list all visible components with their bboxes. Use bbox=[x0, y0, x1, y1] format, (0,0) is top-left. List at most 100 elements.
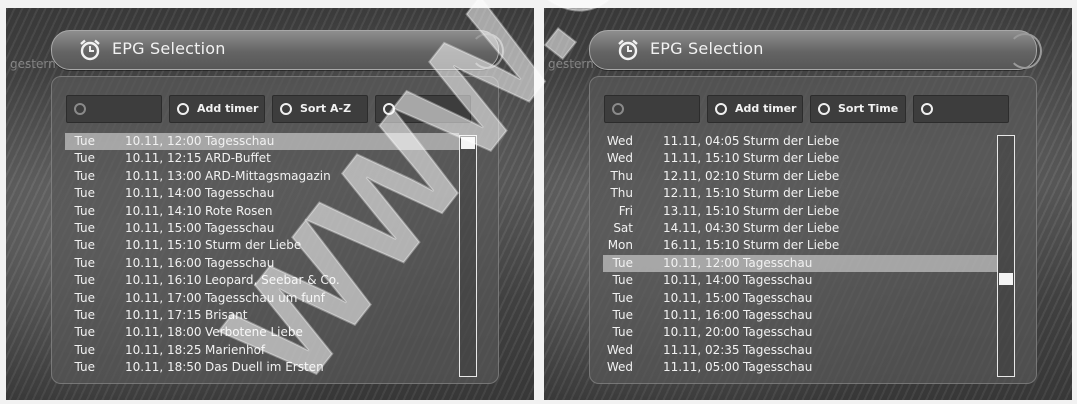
event-day: Thu bbox=[610, 168, 633, 183]
event-datetime: 10.11, 12:00 bbox=[125, 134, 202, 148]
event-day: Tue bbox=[612, 273, 634, 288]
event-day: Tue bbox=[74, 255, 96, 270]
color-button-red[interactable] bbox=[604, 95, 700, 123]
list-item[interactable]: Wed 11.11, 02:35 Tagesschau bbox=[603, 342, 997, 359]
scrollbar[interactable] bbox=[997, 135, 1015, 377]
color-button-blue[interactable] bbox=[375, 95, 471, 123]
list-item[interactable]: Tue 10.11, 17:00 Tagesschau um funf bbox=[65, 290, 459, 307]
event-datetime: 14.11, 04:30 bbox=[663, 220, 740, 235]
list-item[interactable]: Thu 12.11, 02:10 Sturm der Liebe bbox=[603, 168, 997, 185]
color-button-blue[interactable] bbox=[913, 95, 1009, 123]
event-datetime: 11.11, 04:05 bbox=[663, 134, 740, 148]
event-title: Sturm der Liebe bbox=[743, 168, 840, 183]
event-day: Tue bbox=[612, 325, 634, 340]
list-item[interactable]: Tue 10.11, 12:15 ARD-Buffet bbox=[65, 150, 459, 167]
list-item[interactable]: Tue 10.11, 12:00 Tagesschau bbox=[603, 254, 997, 273]
event-datetime: 10.11, 18:25 bbox=[125, 342, 202, 357]
list-item[interactable]: Tue 10.11, 16:00 Tagesschau bbox=[65, 255, 459, 272]
ring-decoration bbox=[1008, 33, 1042, 69]
event-title: Tagesschau bbox=[205, 220, 275, 235]
event-day: Sat bbox=[613, 220, 633, 235]
list-item[interactable]: Wed 11.11, 05:00 Tagesschau bbox=[603, 359, 997, 376]
event-title: Tagesschau um funf bbox=[205, 290, 325, 305]
event-title: Sturm der Liebe bbox=[743, 134, 840, 148]
add-timer-button[interactable]: Add timer bbox=[707, 95, 803, 123]
scrollbar-thumb[interactable] bbox=[461, 137, 475, 149]
page-title: EPG Selection bbox=[650, 39, 764, 58]
list-item[interactable]: Thu 12.11, 15:10 Sturm der Liebe bbox=[603, 185, 997, 202]
event-day: Tue bbox=[612, 290, 634, 305]
list-item[interactable]: Tue 10.11, 15:10 Sturm der Liebe bbox=[65, 237, 459, 254]
list-item[interactable]: Sat 14.11, 04:30 Sturm der Liebe bbox=[603, 220, 997, 237]
list-item[interactable]: Tue 10.11, 14:00 Tagesschau bbox=[65, 185, 459, 202]
scrollbar-thumb[interactable] bbox=[999, 273, 1013, 285]
event-datetime: 11.11, 15:10 bbox=[663, 151, 740, 166]
event-datetime: 10.11, 12:00 bbox=[663, 255, 740, 270]
button-label: Add timer bbox=[197, 102, 259, 115]
event-datetime: 12.11, 02:10 bbox=[663, 168, 740, 183]
event-title: Tagesschau bbox=[743, 290, 813, 305]
event-day: Wed bbox=[606, 134, 633, 148]
event-title: Marienhof bbox=[205, 342, 266, 357]
list-item[interactable]: Tue 10.11, 18:50 Das Duell im Ersten bbox=[65, 359, 459, 376]
event-title: ARD-Mittagsmagazin bbox=[205, 168, 331, 183]
event-title: Rote Rosen bbox=[205, 203, 273, 218]
event-day: Tue bbox=[74, 307, 96, 322]
list-item[interactable]: Tue 10.11, 13:00 ARD-Mittagsmagazin bbox=[65, 168, 459, 185]
add-timer-button[interactable]: Add timer bbox=[169, 95, 265, 123]
scrollbar[interactable] bbox=[459, 135, 477, 377]
event-datetime: 10.11, 15:00 bbox=[125, 220, 202, 235]
list-item[interactable]: Mon 16.11, 15:10 Sturm der Liebe bbox=[603, 237, 997, 254]
list-item[interactable]: Tue 10.11, 18:25 Marienhof bbox=[65, 342, 459, 359]
ring-icon bbox=[74, 103, 86, 115]
list-item[interactable]: Fri 13.11, 15:10 Sturm der Liebe bbox=[603, 203, 997, 220]
event-day: Tue bbox=[74, 168, 96, 183]
event-title: Tagesschau bbox=[743, 307, 813, 322]
event-title: ARD-Buffet bbox=[205, 151, 271, 166]
list-item[interactable]: Tue 10.11, 20:00 Tagesschau bbox=[603, 324, 997, 341]
list-item[interactable]: Tue 10.11, 12:00 Tagesschau bbox=[65, 133, 459, 151]
event-title: Tagesschau bbox=[743, 273, 813, 288]
alarm-clock-icon bbox=[618, 39, 638, 61]
event-day: Tue bbox=[74, 134, 96, 148]
list-item[interactable]: Tue 10.11, 15:00 Tagesschau bbox=[65, 220, 459, 237]
title-bar: gestern EPG Selection bbox=[548, 30, 1042, 71]
event-title: Tagesschau bbox=[743, 325, 813, 340]
event-day: Tue bbox=[612, 307, 634, 322]
button-label: Add timer bbox=[735, 102, 797, 115]
event-day: Tue bbox=[74, 290, 96, 305]
list-item[interactable]: Tue 10.11, 14:10 Rote Rosen bbox=[65, 203, 459, 220]
ring-icon bbox=[715, 103, 727, 115]
event-day: Wed bbox=[606, 360, 633, 375]
event-title: Sturm der Liebe bbox=[743, 186, 840, 201]
event-day: Tue bbox=[74, 238, 96, 253]
sort-button[interactable]: Sort A-Z bbox=[272, 95, 368, 123]
event-datetime: 10.11, 16:10 bbox=[125, 273, 202, 288]
ring-icon bbox=[818, 103, 830, 115]
event-title: Brisant bbox=[205, 307, 248, 322]
ring-icon bbox=[921, 103, 933, 115]
list-item[interactable]: Tue 10.11, 15:00 Tagesschau bbox=[603, 290, 997, 307]
event-datetime: 10.11, 20:00 bbox=[663, 325, 740, 340]
sort-button[interactable]: Sort Time bbox=[810, 95, 906, 123]
list-item[interactable]: Wed 11.11, 15:10 Sturm der Liebe bbox=[603, 150, 997, 167]
event-datetime: 10.11, 14:00 bbox=[125, 186, 202, 201]
button-label: Sort Time bbox=[838, 102, 899, 115]
event-title: Tagesschau bbox=[743, 342, 813, 357]
list-item[interactable]: Wed 11.11, 04:05 Sturm der Liebe bbox=[603, 133, 997, 150]
event-datetime: 10.11, 12:15 bbox=[125, 151, 202, 166]
list-item[interactable]: Tue 10.11, 17:15 Brisant bbox=[65, 307, 459, 324]
list-item[interactable]: Tue 10.11, 16:10 Leopard, Seebar & Co. bbox=[65, 272, 459, 289]
list-item[interactable]: Tue 10.11, 14:00 Tagesschau bbox=[603, 272, 997, 289]
event-datetime: 12.11, 15:10 bbox=[663, 186, 740, 201]
event-day: Fri bbox=[618, 203, 633, 218]
event-day: Thu bbox=[610, 186, 633, 201]
background-text: gestern bbox=[10, 57, 56, 71]
list-item[interactable]: Tue 10.11, 16:00 Tagesschau bbox=[603, 307, 997, 324]
epg-screen-right: gestern EPG Selection Add timer Sort Tim… bbox=[544, 8, 1072, 400]
color-button-red[interactable] bbox=[66, 95, 162, 123]
event-day: Wed bbox=[606, 151, 633, 166]
list-item[interactable]: Tue 10.11, 18:00 Verbotene Liebe bbox=[65, 324, 459, 341]
epg-panel: Add timer Sort A-Z Tue 10.11, 12:00 Tagess… bbox=[51, 76, 499, 384]
epg-screen-left: gestern EPG Selection Add timer Sort A-Z… bbox=[6, 8, 534, 400]
